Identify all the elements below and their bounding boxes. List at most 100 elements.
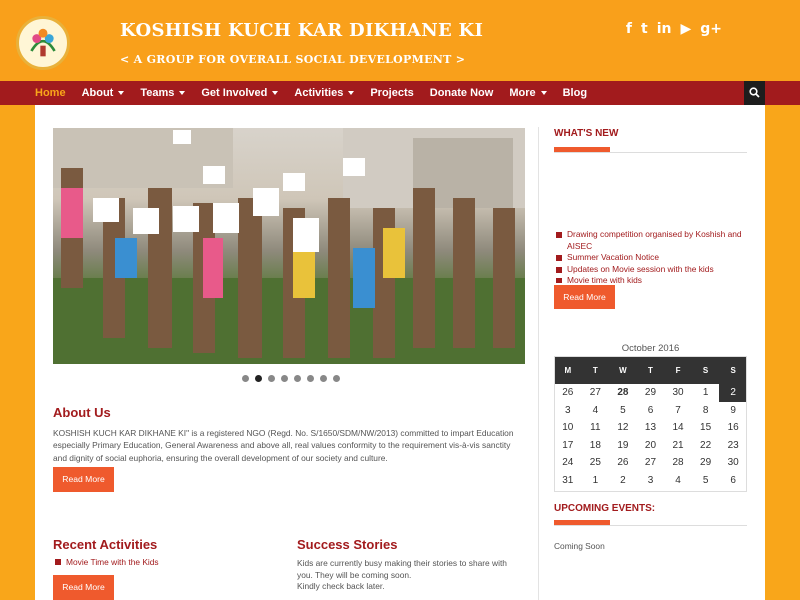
calendar-day[interactable]: 1 — [582, 472, 610, 490]
calendar-day[interactable]: 14 — [664, 419, 692, 437]
list-item[interactable]: Summer Vacation Notice — [556, 252, 746, 264]
calendar-weekday: M — [554, 356, 582, 384]
calendar-day[interactable]: 30 — [664, 384, 692, 402]
calendar-day[interactable]: 22 — [692, 437, 720, 455]
slider-dot[interactable] — [294, 375, 301, 382]
calendar-day[interactable]: 2 — [609, 472, 637, 490]
googleplus-icon[interactable]: g+ — [700, 21, 722, 37]
calendar-day[interactable]: 3 — [637, 472, 665, 490]
slider-dot[interactable] — [281, 375, 288, 382]
calendar-day[interactable]: 11 — [582, 419, 610, 437]
calendar-day[interactable]: 16 — [719, 419, 747, 437]
calendar-day[interactable]: 15 — [692, 419, 720, 437]
news-item-label: Drawing competition organised by Koshish… — [567, 229, 742, 251]
caret-down-icon — [348, 91, 355, 95]
success-stories-text: Kids are currently busy making their sto… — [297, 558, 527, 593]
slider-dot[interactable] — [242, 375, 249, 382]
list-item[interactable]: Updates on Movie session with the kids — [556, 264, 746, 276]
site-logo[interactable] — [16, 16, 70, 70]
calendar-day[interactable]: 21 — [664, 437, 692, 455]
calendar-day[interactable]: 13 — [637, 419, 665, 437]
calendar-day[interactable]: 5 — [609, 402, 637, 420]
bullet-icon — [556, 278, 562, 283]
logo-emblem-icon — [21, 21, 65, 65]
recent-activities-heading: Recent Activities — [53, 537, 158, 552]
caret-down-icon — [272, 91, 279, 95]
bullet-icon — [556, 232, 562, 238]
slider-dot[interactable] — [320, 375, 327, 382]
calendar-day[interactable]: 27 — [582, 384, 610, 402]
calendar-day[interactable]: 19 — [609, 437, 637, 455]
nav-item-home[interactable]: Home — [27, 81, 74, 105]
whats-new-heading: WHAT'S NEW — [554, 128, 619, 139]
nav-item-teams[interactable]: Teams — [132, 81, 193, 105]
column-divider — [538, 127, 539, 600]
photo-slider[interactable] — [53, 128, 525, 364]
nav-item-get-involved[interactable]: Get Involved — [193, 81, 286, 105]
calendar-day[interactable]: 2 — [719, 384, 747, 402]
calendar-day[interactable]: 20 — [637, 437, 665, 455]
calendar-day[interactable]: 1 — [692, 384, 720, 402]
caret-down-icon — [540, 91, 547, 95]
calendar-weekday: S — [719, 356, 747, 384]
slider-dot[interactable] — [307, 375, 314, 382]
search-icon — [749, 87, 760, 98]
calendar-day[interactable]: 31 — [554, 472, 582, 490]
site-title[interactable]: KOSHISH KUCH KAR DIKHANE KI — [120, 20, 483, 41]
caret-down-icon — [118, 91, 125, 95]
search-button[interactable] — [744, 81, 765, 105]
list-item[interactable]: Drawing competition organised by Koshish… — [556, 229, 746, 252]
youtube-icon[interactable]: ▶ — [680, 21, 691, 37]
linkedin-icon[interactable]: in — [657, 21, 672, 37]
social-links: f t in ▶ g+ — [626, 21, 722, 37]
nav-item-activities[interactable]: Activities — [286, 81, 362, 105]
recent-read-more-button[interactable]: Read More — [53, 575, 114, 600]
nav-item-more[interactable]: More — [501, 81, 554, 105]
facebook-icon[interactable]: f — [626, 21, 632, 37]
calendar-day[interactable]: 28 — [664, 454, 692, 472]
calendar-day[interactable]: 24 — [554, 454, 582, 472]
about-read-more-button[interactable]: Read More — [53, 467, 114, 492]
nav-item-donate-now[interactable]: Donate Now — [422, 81, 502, 105]
news-item-label: Updates on Movie session with the kids — [567, 263, 714, 274]
nav-item-projects[interactable]: Projects — [362, 81, 421, 105]
calendar-day[interactable]: 17 — [554, 437, 582, 455]
calendar-day[interactable]: 6 — [637, 402, 665, 420]
calendar-day[interactable]: 6 — [719, 472, 747, 490]
calendar-day[interactable]: 26 — [609, 454, 637, 472]
nav-item-about[interactable]: About — [74, 81, 133, 105]
success-line: Kids are currently busy making their sto… — [297, 558, 507, 568]
nav-item-blog[interactable]: Blog — [555, 81, 595, 105]
calendar-day[interactable]: 29 — [637, 384, 665, 402]
calendar-day[interactable]: 27 — [637, 454, 665, 472]
calendar-day[interactable]: 25 — [582, 454, 610, 472]
calendar-day[interactable]: 9 — [719, 402, 747, 420]
calendar-day[interactable]: 7 — [664, 402, 692, 420]
list-item[interactable]: Movie time with kids — [556, 275, 746, 283]
calendar-day[interactable]: 5 — [692, 472, 720, 490]
upcoming-events-text: Coming Soon — [554, 541, 605, 551]
bullet-icon — [55, 559, 61, 565]
heading-rule — [554, 525, 747, 526]
calendar-day[interactable]: 3 — [554, 402, 582, 420]
calendar-day[interactable]: 26 — [554, 384, 582, 402]
calendar-day[interactable]: 23 — [719, 437, 747, 455]
twitter-icon[interactable]: t — [641, 21, 648, 37]
slider-dot[interactable] — [268, 375, 275, 382]
calendar-weekday: W — [609, 356, 637, 384]
calendar-day[interactable]: 28 — [609, 384, 637, 402]
calendar-day[interactable]: 4 — [582, 402, 610, 420]
list-item[interactable]: Movie Time with the Kids — [55, 557, 159, 567]
news-read-more-button[interactable]: Read More — [554, 285, 615, 309]
slider-dot[interactable] — [255, 375, 262, 382]
calendar-day[interactable]: 10 — [554, 419, 582, 437]
calendar-day[interactable]: 4 — [664, 472, 692, 490]
nav-item-label: Donate Now — [429, 87, 494, 99]
calendar-day[interactable]: 30 — [719, 454, 747, 472]
calendar-day[interactable]: 12 — [609, 419, 637, 437]
calendar-day[interactable]: 8 — [692, 402, 720, 420]
nav-item-label: Teams — [140, 87, 175, 99]
calendar-day[interactable]: 29 — [692, 454, 720, 472]
slider-dot[interactable] — [333, 375, 340, 382]
calendar-day[interactable]: 18 — [582, 437, 610, 455]
